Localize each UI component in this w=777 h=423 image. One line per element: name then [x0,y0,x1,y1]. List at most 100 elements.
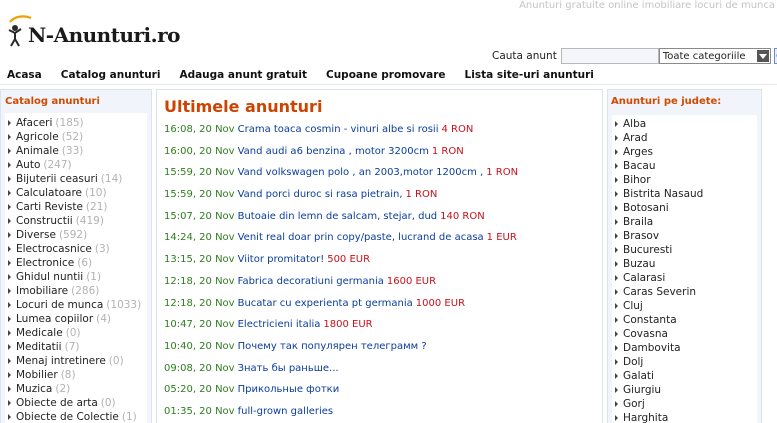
ad-title-link[interactable]: Butoaie din lemn de salcam, stejar, dud [238,211,438,222]
county-item-name[interactable]: Dambovita [623,341,681,355]
county-item-name[interactable]: Arges [623,145,653,159]
chevron-down-icon[interactable] [756,50,769,62]
catalog-item-name[interactable]: Meditatii [16,340,62,354]
catalog-item[interactable]: Ghidul nuntii (1) [5,270,147,284]
catalog-item-name[interactable]: Calculatoare [16,186,82,200]
catalog-item-name[interactable]: Obiecte de Colectie [16,410,119,423]
catalog-item[interactable]: Bijuterii ceasuri (14) [5,172,147,186]
county-item[interactable]: Gorj [612,397,757,411]
county-item-name[interactable]: Cluj [623,299,643,313]
ad-title-link[interactable]: Bucatar cu experienta pt germania [238,298,413,309]
catalog-item[interactable]: Electronice (6) [5,256,147,270]
catalog-item[interactable]: Meditatii (7) [5,340,147,354]
catalog-item[interactable]: Medicale (0) [5,326,147,340]
county-item-name[interactable]: Arad [623,131,648,145]
catalog-item-name[interactable]: Imobiliare [16,284,68,298]
ad-title-link[interactable]: Crama toaca cosmin - vinuri albe si rosi… [238,124,439,135]
county-item-name[interactable]: Dolj [623,355,643,369]
county-item-name[interactable]: Caras Severin [623,285,696,299]
county-item[interactable]: Arges [612,145,757,159]
county-item[interactable]: Covasna [612,327,757,341]
county-item[interactable]: Buzau [612,257,757,271]
county-item-name[interactable]: Braila [623,215,653,229]
county-item-name[interactable]: Brasov [623,229,659,243]
county-item-name[interactable]: Bucuresti [623,243,672,257]
catalog-item-name[interactable]: Diverse [16,228,56,242]
county-item-name[interactable]: Galati [623,369,654,383]
catalog-item[interactable]: Agricole (52) [5,130,147,144]
catalog-item-name[interactable]: Ghidul nuntii [16,270,83,284]
catalog-item[interactable]: Imobiliare (286) [5,284,147,298]
ad-title-link[interactable]: Viitor promitator! [238,254,325,265]
county-item-name[interactable]: Calarasi [623,271,665,285]
catalog-item[interactable]: Obiecte de arta (0) [5,396,147,410]
ad-title-link[interactable]: Fabrica decoratiuni germania [238,276,384,287]
catalog-item-name[interactable]: Agricole [16,130,59,144]
county-item[interactable]: Braila [612,215,757,229]
catalog-item-name[interactable]: Muzica [16,382,52,396]
ad-title-link[interactable]: Vand audi a6 benzina , motor 3200cm [238,146,429,157]
county-item[interactable]: Constanta [612,313,757,327]
county-item-name[interactable]: Covasna [623,327,668,341]
nav-coupons[interactable]: Cupoane promovare [326,69,446,81]
catalog-item-name[interactable]: Locuri de munca [16,298,103,312]
county-item[interactable]: Bacau [612,159,757,173]
catalog-item[interactable]: Obiecte de Colectie (1) [5,410,147,423]
county-item-name[interactable]: Buzau [623,257,655,271]
county-item[interactable]: Botosani [612,201,757,215]
county-item[interactable]: Bihor [612,173,757,187]
catalog-item[interactable]: Carti Reviste (21) [5,200,147,214]
county-item[interactable]: Cluj [612,299,757,313]
catalog-item-name[interactable]: Mobilier [16,368,58,382]
catalog-item[interactable]: Diverse (592) [5,228,147,242]
catalog-item-name[interactable]: Obiecte de arta [16,396,98,410]
nav-catalog[interactable]: Catalog anunturi [61,69,161,81]
nav-add-ad[interactable]: Adauga anunt gratuit [179,69,307,81]
catalog-item-name[interactable]: Medicale [16,326,63,340]
catalog-item-name[interactable]: Afaceri [16,116,52,130]
county-item[interactable]: Arad [612,131,757,145]
nav-home[interactable]: Acasa [7,69,42,81]
search-input[interactable] [560,48,659,64]
catalog-item[interactable]: Menaj intretinere (0) [5,354,147,368]
nav-site-list[interactable]: Lista site-uri anunturi [465,69,594,81]
ad-title-link[interactable]: Electricieni italia [238,319,321,330]
catalog-item-name[interactable]: Bijuterii ceasuri [16,172,98,186]
catalog-item-name[interactable]: Constructii [16,214,73,228]
county-item-name[interactable]: Harghita [623,411,668,423]
catalog-item[interactable]: Afaceri (185) [5,116,147,130]
county-item[interactable]: Bucuresti [612,243,757,257]
county-item-name[interactable]: Bihor [623,173,651,187]
catalog-item[interactable]: Auto (247) [5,158,147,172]
site-logo[interactable]: N-Anunturi.ro [6,14,180,50]
ad-title-link[interactable]: Знать бы раньше... [238,363,339,374]
county-item[interactable]: Caras Severin [612,285,757,299]
county-item[interactable]: Galati [612,369,757,383]
catalog-item[interactable]: Animale (33) [5,144,147,158]
county-item-name[interactable]: Botosani [623,201,669,215]
catalog-item[interactable]: Mobilier (8) [5,368,147,382]
county-item[interactable]: Dambovita [612,341,757,355]
ad-title-link[interactable]: Прикольные фотки [238,384,340,395]
county-item-name[interactable]: Bacau [623,159,656,173]
ad-title-link[interactable]: full-grown galleries [238,406,334,417]
catalog-item-name[interactable]: Auto [16,158,40,172]
county-item-name[interactable]: Gorj [623,397,645,411]
catalog-item-name[interactable]: Electrocasnice [16,242,92,256]
catalog-item[interactable]: Electrocasnice (3) [5,242,147,256]
county-item-name[interactable]: Alba [623,117,646,131]
catalog-item-name[interactable]: Lumea copiilor [16,312,93,326]
ad-title-link[interactable]: Почему так популярен телеграмм ? [238,341,427,352]
catalog-item-name[interactable]: Animale [16,144,59,158]
county-item[interactable]: Giurgiu [612,383,757,397]
county-item[interactable]: Bistrita Nasaud [612,187,757,201]
category-select[interactable]: Toate categoriile [658,48,771,64]
catalog-item[interactable]: Calculatoare (10) [5,186,147,200]
county-item[interactable]: Alba [612,117,757,131]
county-item[interactable]: Dolj [612,355,757,369]
ad-title-link[interactable]: Vand porci duroc si rasa pietrain, [238,189,403,200]
ad-title-link[interactable]: Vand volkswagen polo , an 2003,motor 120… [238,167,484,178]
county-item-name[interactable]: Constanta [623,313,677,327]
county-item[interactable]: Harghita [612,411,757,423]
county-item-name[interactable]: Bistrita Nasaud [623,187,703,201]
